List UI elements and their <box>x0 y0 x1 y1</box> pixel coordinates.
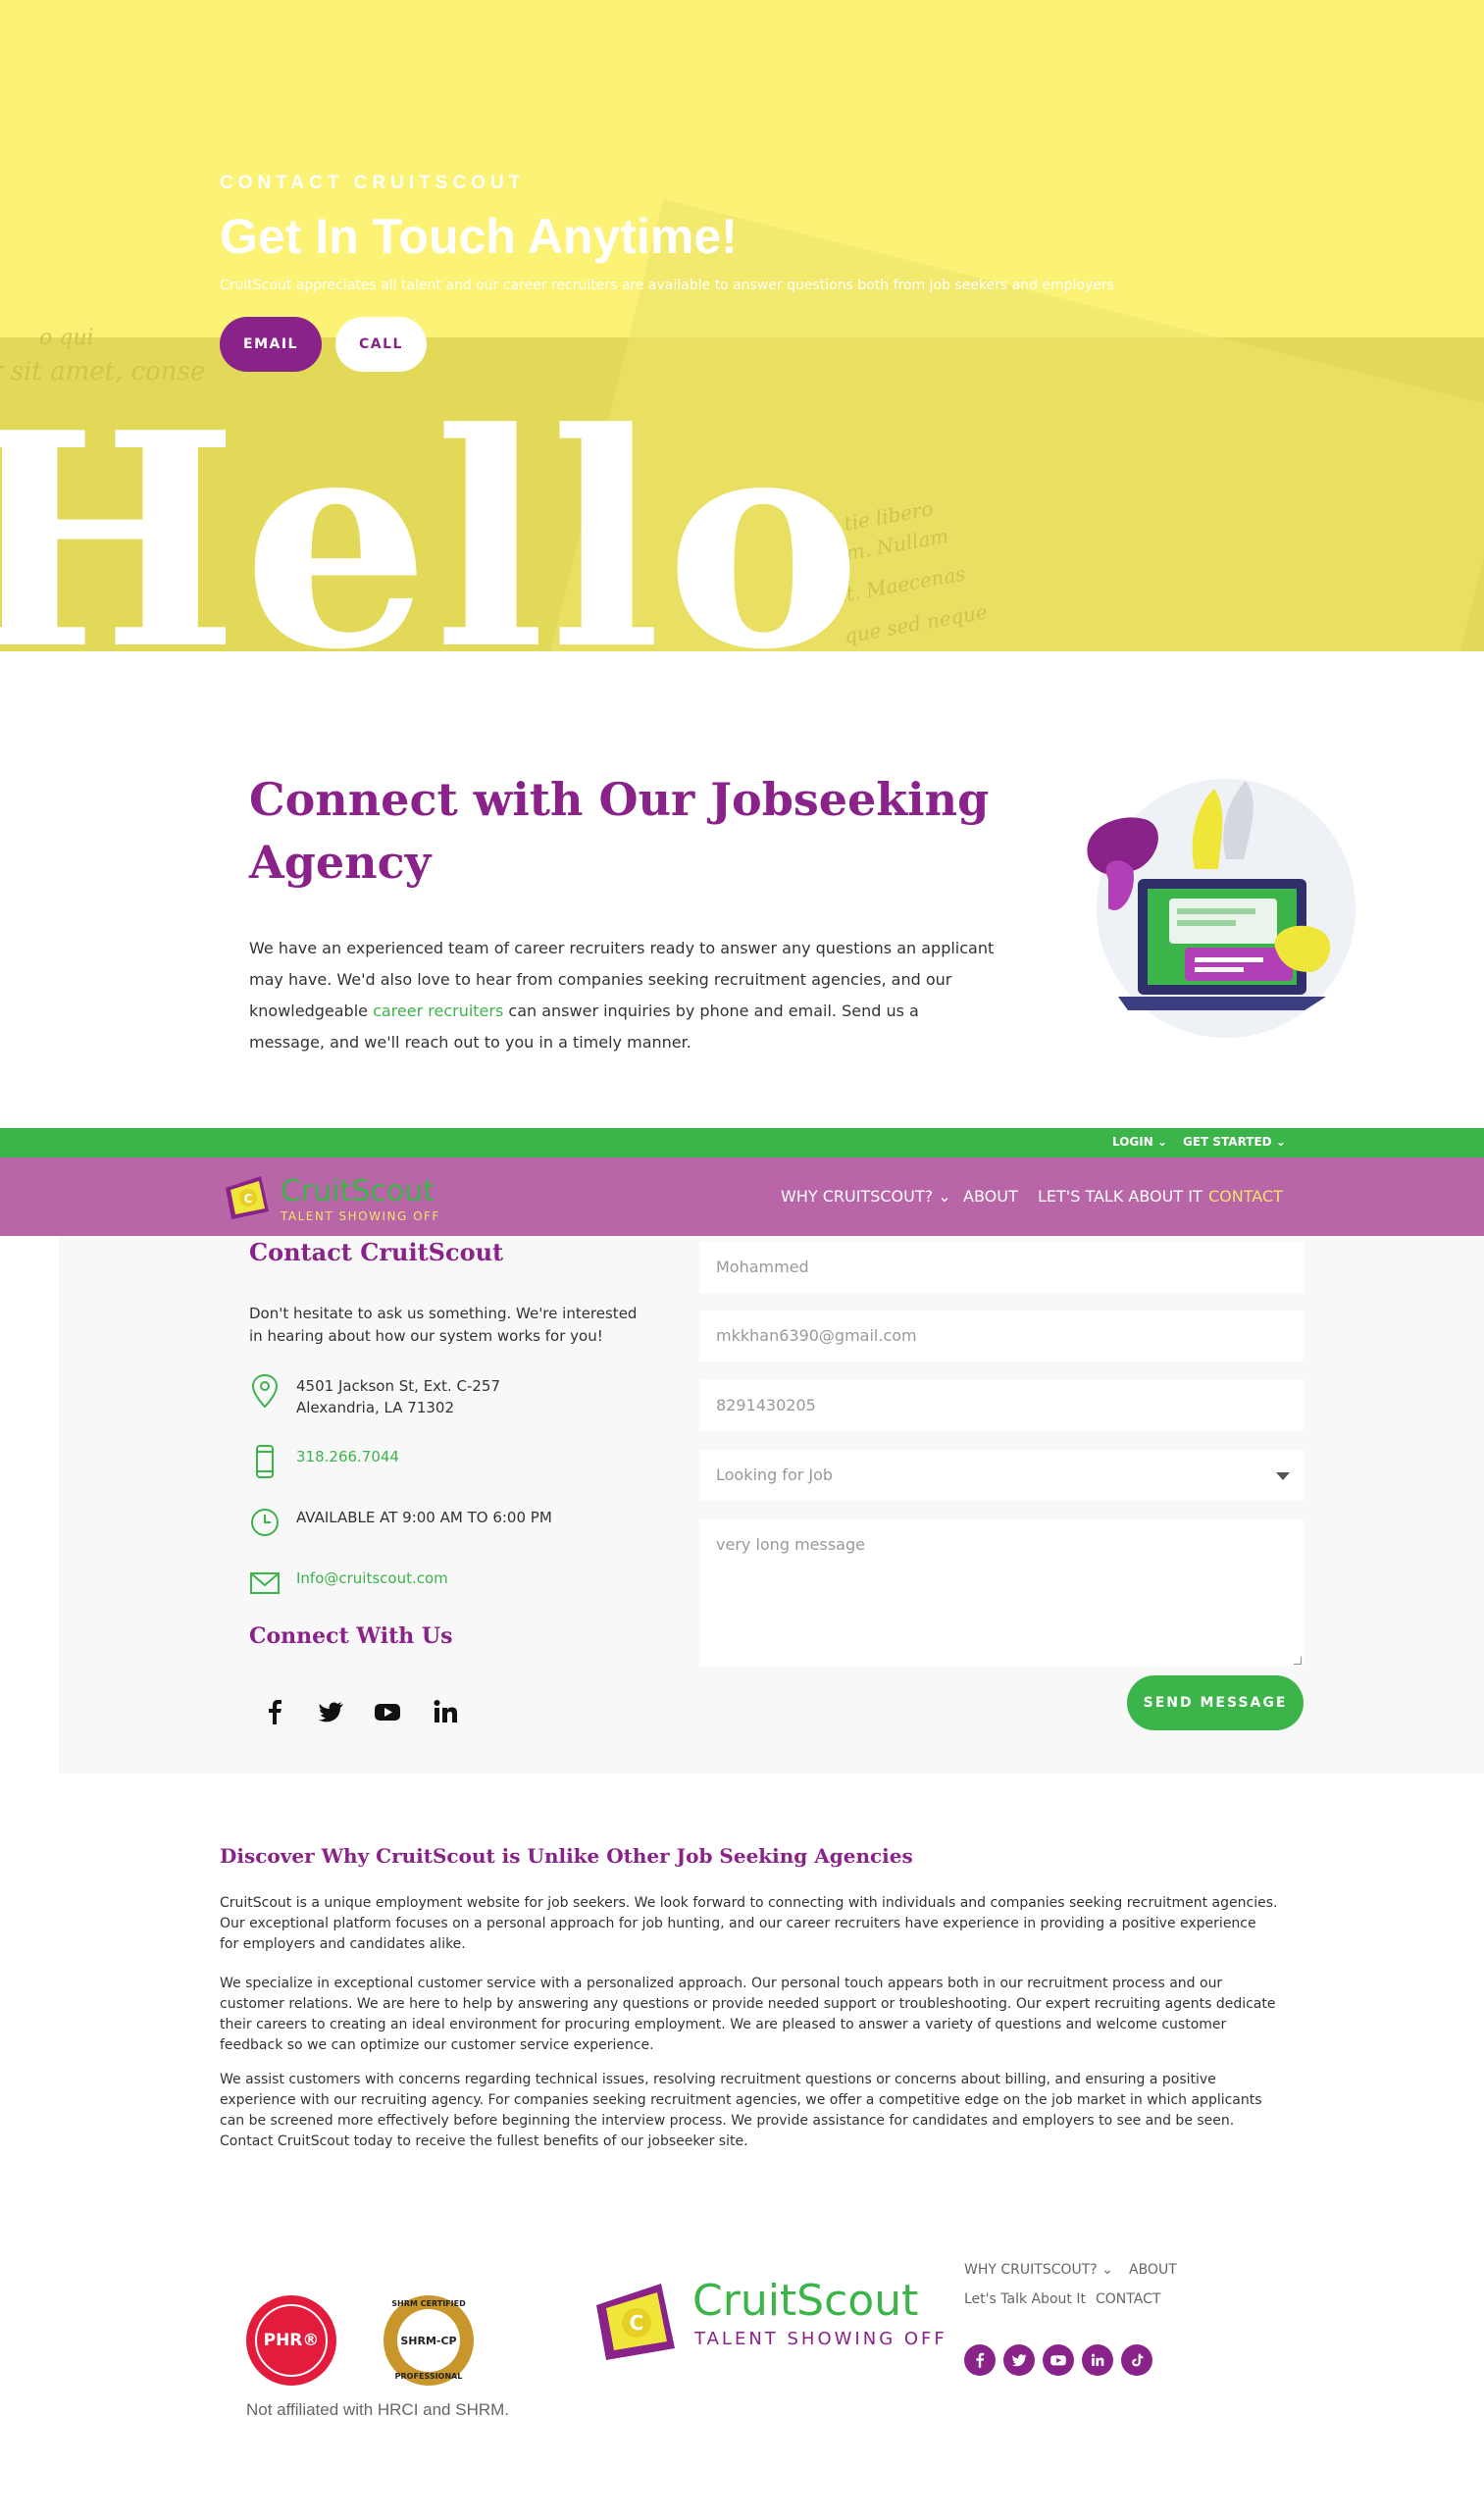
reason-select[interactable]: Looking for Job <box>699 1450 1304 1501</box>
nav-contact[interactable]: CONTACT <box>1208 1187 1283 1206</box>
hero-subtitle: CruitScout appreciates all talent and ou… <box>220 278 1114 293</box>
reason-select-value: Looking for Job <box>716 1465 834 1484</box>
resize-handle-icon[interactable] <box>1294 1657 1302 1665</box>
footer-link-label: WHY CRUITSCOUT? <box>964 2262 1098 2278</box>
main-navbar: C CruitScout TALENT SHOWING OFF WHY CRUI… <box>0 1157 1484 1236</box>
footer-link-why-cruitscout[interactable]: WHY CRUITSCOUT? ⌄ <box>964 2262 1113 2278</box>
shrm-bottom-text: PROFESSIONAL <box>394 2372 463 2381</box>
twitter-icon[interactable] <box>316 1697 345 1726</box>
email-field[interactable]: mkkhan6390@gmail.com <box>699 1311 1304 1362</box>
phone-link[interactable]: 318.266.7044 <box>296 1444 399 1467</box>
footer-logo-name: CruitScout <box>692 2276 919 2326</box>
address-text: 4501 Jackson St, Ext. C-257 Alexandria, … <box>296 1373 500 1418</box>
svg-text:C: C <box>244 1192 253 1206</box>
top-utility-bar: LOGIN ⌄ GET STARTED ⌄ <box>0 1128 1484 1157</box>
phone-field[interactable]: 8291430205 <box>699 1380 1304 1431</box>
phr-badge-text: PHR® <box>255 2304 328 2377</box>
get-started-menu[interactable]: GET STARTED ⌄ <box>1183 1135 1286 1149</box>
footer-link-lets-talk[interactable]: Let's Talk About It <box>964 2291 1086 2307</box>
connect-title: Connect with Our Jobseeking Agency <box>249 773 990 889</box>
hello-display-text: Hello <box>0 368 866 652</box>
connect-text: We have an experienced team of career re… <box>249 933 995 1058</box>
clock-icon <box>251 1509 279 1536</box>
hero-section: r sit amet, conse o qui tie libero am. N… <box>0 0 1484 651</box>
chevron-down-icon: ⌄ <box>1156 1135 1168 1149</box>
contact-title: Contact CruitScout <box>249 1238 504 1266</box>
discover-paragraph: We assist customers with concerns regard… <box>220 2072 1262 2149</box>
hours-row: AVAILABLE AT 9:00 AM TO 6:00 PM <box>249 1505 552 1540</box>
call-button[interactable]: CALL <box>335 317 427 372</box>
logo-mark-icon: C <box>596 2284 675 2360</box>
facebook-icon[interactable] <box>260 1697 289 1726</box>
logo-mark-icon: C <box>226 1176 269 1219</box>
discover-title: Discover Why CruitScout is Unlike Other … <box>220 1844 913 1868</box>
tiktok-icon[interactable] <box>1121 2344 1152 2376</box>
hours-text: AVAILABLE AT 9:00 AM TO 6:00 PM <box>296 1509 552 1526</box>
linkedin-icon[interactable] <box>431 1697 460 1726</box>
nav-lets-talk[interactable]: LET'S TALK ABOUT IT <box>1038 1187 1203 1206</box>
discover-paragraph: We specialize in exceptional customer se… <box>220 1976 1276 2053</box>
get-started-label: GET STARTED <box>1183 1135 1272 1149</box>
phone-icon <box>256 1445 274 1478</box>
send-message-button[interactable]: SEND MESSAGE <box>1127 1675 1304 1730</box>
address-line: 4501 Jackson St, Ext. C-257 <box>296 1377 500 1395</box>
caret-down-icon <box>1276 1472 1290 1480</box>
shrm-center-text: SHRM-CP <box>397 2309 460 2372</box>
chevron-down-icon: ⌄ <box>938 1187 951 1206</box>
address-line: Alexandria, LA 71302 <box>296 1399 455 1416</box>
footer-link-about[interactable]: ABOUT <box>1129 2262 1177 2278</box>
career-recruiters-link[interactable]: career recruiters <box>373 1002 503 1020</box>
paper-text: o qui <box>39 326 94 350</box>
message-textarea[interactable]: very long message <box>699 1519 1304 1667</box>
svg-text:C: C <box>630 2311 644 2335</box>
footer-logo-tagline: TALENT SHOWING OFF <box>694 2329 947 2349</box>
hero-eyebrow: CONTACT CRUITSCOUT <box>220 173 526 193</box>
nav-about[interactable]: ABOUT <box>963 1187 1018 1206</box>
youtube-icon[interactable] <box>373 1697 402 1726</box>
youtube-icon[interactable] <box>1043 2344 1074 2376</box>
shrm-top-text: SHRM CERTIFIED <box>391 2299 466 2308</box>
header-logo[interactable]: C CruitScout TALENT SHOWING OFF <box>222 1172 438 1225</box>
logo-name: CruitScout <box>281 1174 435 1208</box>
email-button[interactable]: EMAIL <box>220 317 322 372</box>
chevron-down-icon: ⌄ <box>1101 2262 1113 2278</box>
login-label: LOGIN <box>1112 1135 1153 1149</box>
twitter-icon[interactable] <box>1003 2344 1035 2376</box>
connect-with-us-title: Connect With Us <box>249 1623 453 1649</box>
nav-item-label: WHY CRUITSCOUT? <box>781 1187 934 1206</box>
email-row: Info@cruitscout.com <box>249 1566 448 1601</box>
message-value: very long message <box>716 1535 865 1554</box>
linkedin-icon[interactable] <box>1082 2344 1113 2376</box>
discover-paragraph: CruitScout is a unique employment websit… <box>220 1895 1278 1952</box>
location-pin-icon <box>251 1373 279 1409</box>
hero-title: Get In Touch Anytime! <box>220 209 738 264</box>
logo-tagline: TALENT SHOWING OFF <box>281 1209 440 1223</box>
chevron-down-icon: ⌄ <box>1275 1135 1286 1149</box>
envelope-icon <box>250 1572 280 1594</box>
email-link[interactable]: Info@cruitscout.com <box>296 1566 448 1589</box>
nav-why-cruitscout[interactable]: WHY CRUITSCOUT? ⌄ <box>781 1187 951 1206</box>
page: r sit amet, conse o qui tie libero am. N… <box>0 0 1484 2519</box>
laptop-illustration <box>1087 779 1356 1038</box>
address-row: 4501 Jackson St, Ext. C-257 Alexandria, … <box>249 1373 500 1418</box>
phone-row: 318.266.7044 <box>249 1444 399 1479</box>
contact-description: Don't hesitate to ask us something. We'r… <box>249 1305 638 1345</box>
footer-logo[interactable]: C CruitScout TALENT SHOWING OFF <box>590 2276 945 2364</box>
facebook-icon[interactable] <box>964 2344 996 2376</box>
name-field[interactable]: Mohammed <box>699 1242 1304 1293</box>
login-menu[interactable]: LOGIN ⌄ <box>1112 1135 1167 1149</box>
footer-link-contact[interactable]: CONTACT <box>1096 2291 1160 2307</box>
affiliation-note: Not affiliated with HRCI and SHRM. <box>246 2400 510 2419</box>
phr-badge: PHR® <box>246 2295 336 2386</box>
shrm-badge: SHRM CERTIFIED SHRM-CP PROFESSIONAL <box>384 2295 474 2386</box>
